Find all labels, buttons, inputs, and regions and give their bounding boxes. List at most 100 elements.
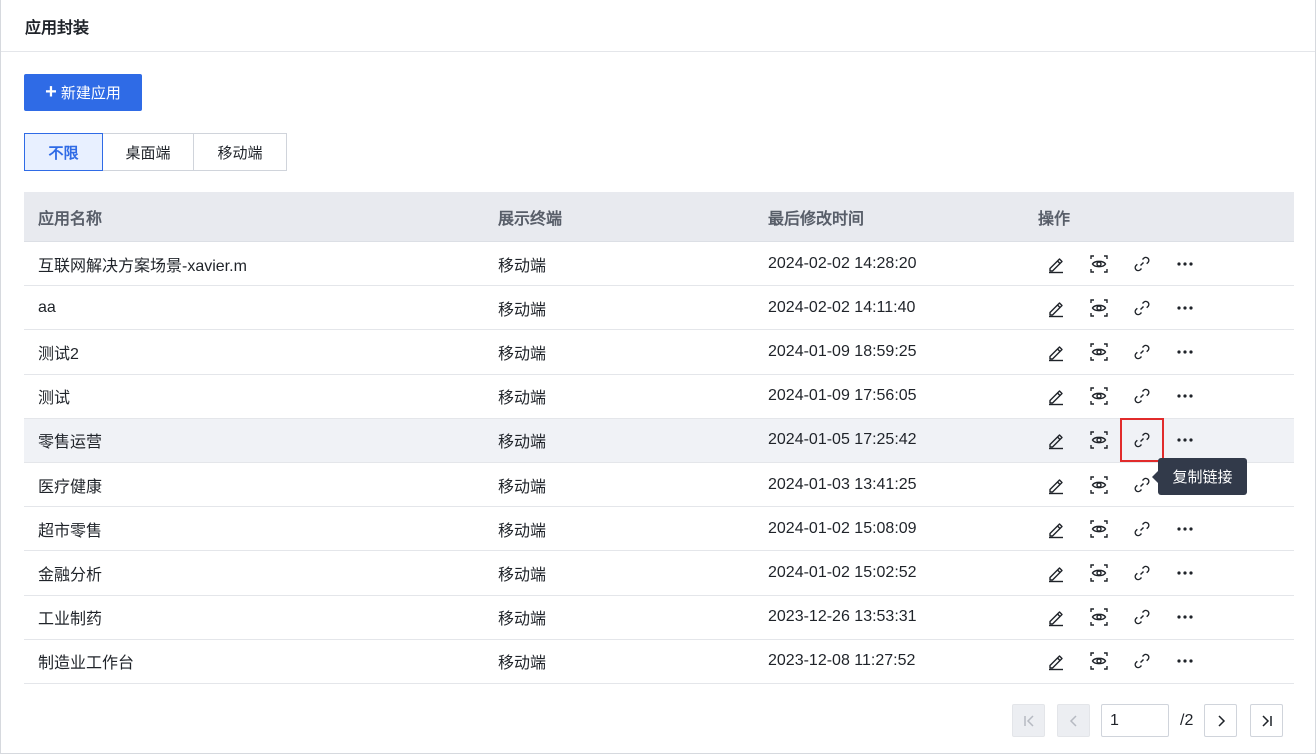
col-header-actions: 操作 [1038, 210, 1071, 228]
terminal-cell: 移动端 [498, 566, 547, 584]
app-name-cell: 金融分析 [38, 566, 103, 584]
actions-cell [1024, 516, 1294, 542]
actions-cell [1024, 383, 1294, 409]
table-row[interactable]: 金融分析 移动端 2024-01-02 15:02:52 [24, 551, 1294, 596]
preview-button[interactable] [1086, 604, 1112, 630]
copy-link-button[interactable] [1129, 516, 1155, 542]
edit-button[interactable] [1043, 604, 1069, 630]
link-icon [1132, 563, 1152, 583]
edit-button[interactable] [1043, 427, 1069, 453]
preview-button[interactable] [1086, 251, 1112, 277]
edit-button[interactable] [1043, 251, 1069, 277]
copy-link-button[interactable] [1129, 604, 1155, 630]
edit-button[interactable] [1043, 648, 1069, 674]
preview-eye-icon [1089, 386, 1109, 406]
preview-eye-icon [1089, 342, 1109, 362]
row-actions [1038, 295, 1215, 321]
table-row[interactable]: 超市零售 移动端 2024-01-02 15:08:09 [24, 507, 1294, 552]
table-row[interactable]: 测试2 移动端 2024-01-09 18:59:25 [24, 330, 1294, 375]
app-name-cell: 零售运营 [38, 434, 103, 452]
link-icon [1132, 430, 1152, 450]
last-page-button[interactable] [1250, 704, 1283, 737]
edit-button[interactable] [1043, 516, 1069, 542]
terminal-cell: 移动端 [498, 434, 547, 452]
app-name-cell: 测试2 [38, 345, 79, 363]
edit-icon [1046, 563, 1066, 583]
modified-time-cell: 2023-12-26 13:53:31 [768, 608, 917, 626]
table-row[interactable]: 医疗健康 移动端 2024-01-03 13:41:25 [24, 462, 1294, 508]
copy-link-button[interactable] [1129, 648, 1155, 674]
new-app-label: 新建应用 [60, 85, 121, 102]
next-page-button[interactable] [1204, 704, 1237, 737]
table-row[interactable]: 制造业工作台 移动端 2023-12-08 11:27:52 [24, 639, 1294, 684]
more-button[interactable] [1172, 295, 1198, 321]
terminal-cell: 移动端 [498, 257, 547, 275]
table-row[interactable]: aa 移动端 2024-02-02 14:11:40 [24, 286, 1294, 331]
table-row[interactable]: 测试 移动端 2024-01-09 17:56:05 [24, 374, 1294, 419]
copy-link-button[interactable] [1129, 339, 1155, 365]
preview-eye-icon [1089, 563, 1109, 583]
modified-time-cell: 2024-01-05 17:25:42 [768, 431, 917, 449]
link-icon [1132, 475, 1152, 495]
first-page-button[interactable] [1012, 704, 1045, 737]
table-row[interactable]: 零售运营 移动端 2024-01-05 17:25:42 [24, 418, 1294, 463]
preview-eye-icon [1089, 651, 1109, 671]
col-header-name: 应用名称 [38, 210, 103, 228]
more-icon [1175, 519, 1195, 539]
edit-button[interactable] [1043, 472, 1069, 498]
table-row[interactable]: 工业制药 移动端 2023-12-26 13:53:31 [24, 595, 1294, 640]
preview-button[interactable] [1086, 427, 1112, 453]
edit-button[interactable] [1043, 295, 1069, 321]
terminal-cell: 移动端 [498, 522, 547, 540]
actions-cell [1024, 251, 1294, 277]
preview-button[interactable] [1086, 516, 1112, 542]
link-icon [1132, 519, 1152, 539]
preview-button[interactable] [1086, 648, 1112, 674]
edit-button[interactable] [1043, 339, 1069, 365]
more-button[interactable] [1172, 427, 1198, 453]
more-button[interactable] [1172, 339, 1198, 365]
preview-eye-icon [1089, 254, 1109, 274]
more-button[interactable] [1172, 648, 1198, 674]
link-icon [1132, 651, 1152, 671]
preview-button[interactable] [1086, 383, 1112, 409]
preview-eye-icon [1089, 298, 1109, 318]
actions-cell [1024, 604, 1294, 630]
preview-button[interactable] [1086, 339, 1112, 365]
copy-link-button[interactable] [1129, 560, 1155, 586]
table-row[interactable]: 互联网解决方案场景-xavier.m 移动端 2024-02-02 14:28:20 [24, 242, 1294, 287]
page-total: /2 [1180, 712, 1194, 729]
copy-link-tooltip: 复制链接 [1152, 458, 1247, 495]
copy-link-button[interactable] [1120, 418, 1164, 463]
more-button[interactable] [1172, 604, 1198, 630]
more-icon [1175, 254, 1195, 274]
more-button[interactable] [1172, 516, 1198, 542]
more-button[interactable] [1172, 560, 1198, 586]
preview-button[interactable] [1086, 472, 1112, 498]
preview-button[interactable] [1086, 295, 1112, 321]
copy-link-button[interactable] [1129, 295, 1155, 321]
page-number-input[interactable] [1101, 704, 1169, 737]
filter-mobile[interactable]: 移动端 [193, 133, 287, 171]
copy-link-button[interactable] [1129, 251, 1155, 277]
row-actions [1038, 648, 1215, 674]
panel-header: 应用封装 [1, 0, 1315, 52]
new-app-button[interactable]: + 新建应用 [24, 74, 142, 111]
edit-icon [1046, 298, 1066, 318]
more-button[interactable] [1172, 383, 1198, 409]
more-button[interactable] [1172, 251, 1198, 277]
page-title: 应用封装 [25, 19, 90, 37]
prev-page-button[interactable] [1057, 704, 1090, 737]
edit-button[interactable] [1043, 560, 1069, 586]
copy-link-button[interactable] [1129, 383, 1155, 409]
app-name-cell: 制造业工作台 [38, 655, 135, 673]
filter-desktop[interactable]: 桌面端 [102, 133, 194, 171]
modified-time-cell: 2024-02-02 14:28:20 [768, 254, 917, 272]
preview-button[interactable] [1086, 560, 1112, 586]
app-name-cell: 医疗健康 [38, 478, 103, 496]
edit-button[interactable] [1043, 383, 1069, 409]
edit-icon [1046, 519, 1066, 539]
actions-cell [1024, 339, 1294, 365]
filter-all[interactable]: 不限 [24, 133, 103, 171]
app-name-cell: aa [38, 298, 56, 316]
